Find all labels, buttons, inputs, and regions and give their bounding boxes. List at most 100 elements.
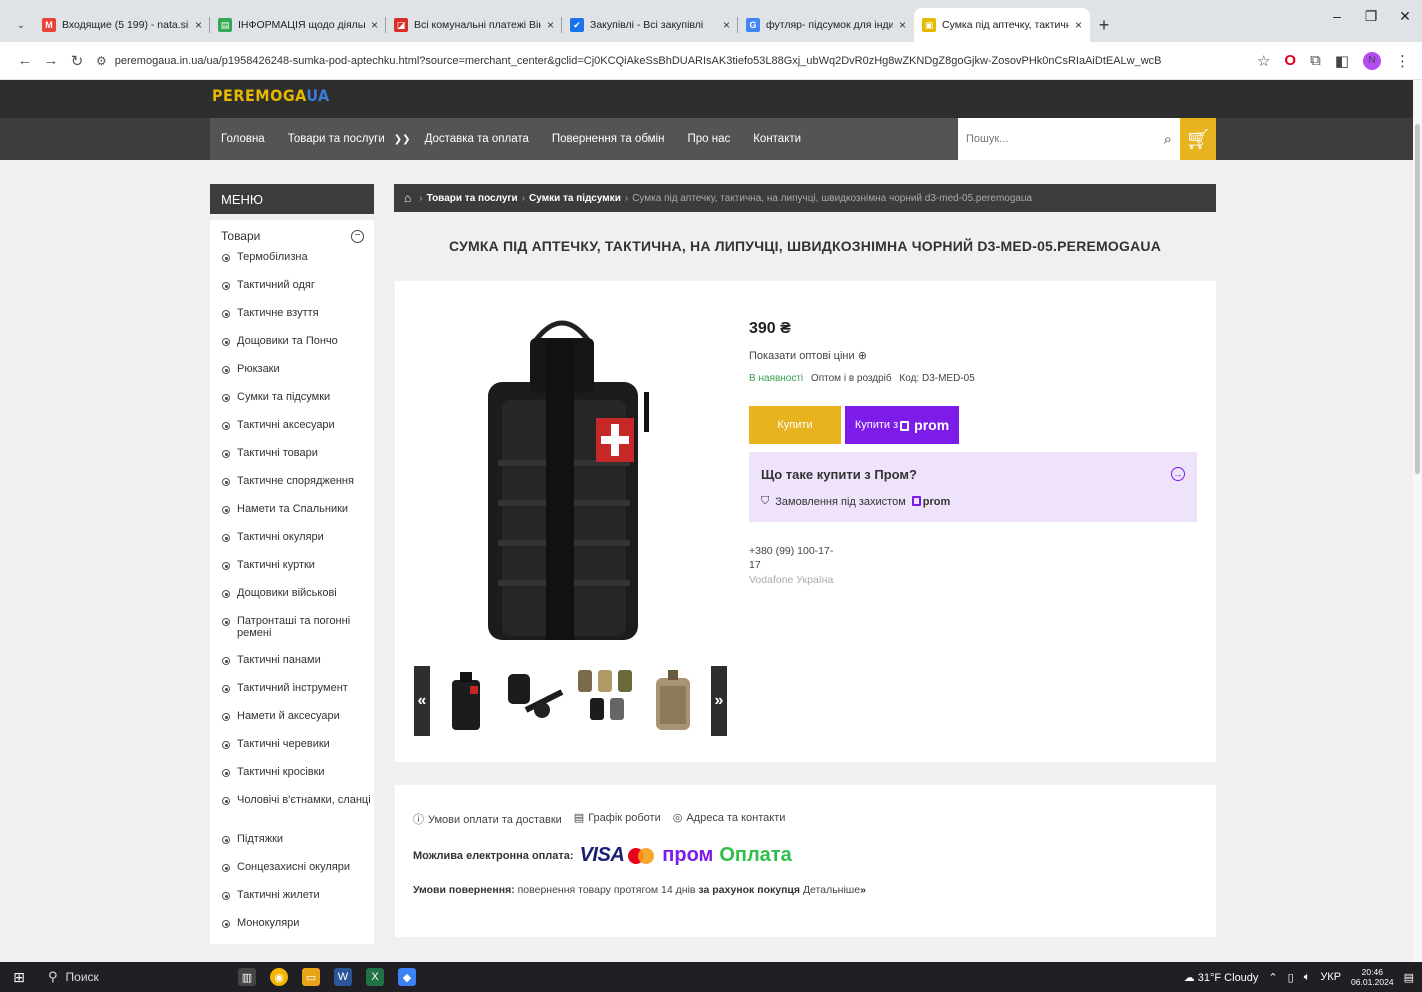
opera-icon[interactable]: O xyxy=(1284,52,1296,69)
sidebar-item[interactable]: Тактичні черевики xyxy=(222,735,374,763)
minimize-icon[interactable]: – xyxy=(1320,8,1354,25)
breadcrumb-link[interactable]: Товари та послуги xyxy=(427,193,518,204)
url-field[interactable]: ⚙ peremogaua.in.ua/ua/p1958426248-sumka-… xyxy=(96,54,1247,68)
tray-chevron-icon[interactable]: ⌃ xyxy=(1268,971,1277,984)
prev-arrow-icon[interactable]: « xyxy=(414,666,430,736)
nav-returns[interactable]: Повернення та обмін xyxy=(552,133,665,145)
page-scrollbar[interactable] xyxy=(1413,80,1422,962)
taskbar-search[interactable]: ⚲ Поиск xyxy=(38,962,198,992)
windows-start-icon[interactable]: ⊞ xyxy=(0,969,38,986)
nav-delivery[interactable]: Доставка та оплата xyxy=(425,133,529,145)
file-explorer-icon[interactable]: ▭ xyxy=(302,968,320,986)
scrollbar-thumb[interactable] xyxy=(1415,124,1420,474)
app-icon[interactable]: ◆ xyxy=(398,968,416,986)
breadcrumb-link[interactable]: Сумки та підсумки xyxy=(529,193,621,204)
home-icon[interactable]: ⌂ xyxy=(404,191,411,205)
close-icon[interactable]: × xyxy=(547,18,554,32)
sidebar-item[interactable]: Тактичні жилети xyxy=(222,886,374,914)
nav-home[interactable]: Головна xyxy=(221,133,265,145)
restore-icon[interactable]: ❐ xyxy=(1354,8,1388,25)
chevron-down-icon[interactable]: ❯❯ xyxy=(394,134,411,145)
forward-icon[interactable]: → xyxy=(38,52,64,69)
nav-contacts[interactable]: Контакти xyxy=(753,133,801,145)
sidebar-item[interactable]: Тактичне взуття xyxy=(222,304,374,332)
weather-widget[interactable]: ☁ 31°F Cloudy xyxy=(1184,971,1259,984)
sidebar-item[interactable]: Тактичні окуляри xyxy=(222,528,374,556)
browser-tab[interactable]: ▤ ІНФОРМАЦІЯ щодо діяльності × xyxy=(210,8,386,42)
thumbnail[interactable] xyxy=(506,670,566,732)
sidebar-icon[interactable]: ◧ xyxy=(1335,52,1349,70)
browser-tab[interactable]: M Входящие (5 199) - nata.silica@ × xyxy=(34,8,210,42)
excel-icon[interactable]: X xyxy=(366,968,384,986)
close-icon[interactable]: × xyxy=(899,18,906,32)
nav-products[interactable]: Товари та послуги xyxy=(288,133,385,145)
search-input[interactable] xyxy=(966,133,1164,145)
notifications-icon[interactable]: ▤ xyxy=(1404,971,1414,984)
wholesale-prices-link[interactable]: Показати оптові ціни ⊕ xyxy=(749,349,867,362)
back-icon[interactable]: ← xyxy=(12,52,38,69)
sidebar-item[interactable]: Тактичне спорядження xyxy=(222,472,374,500)
close-icon[interactable]: × xyxy=(371,18,378,32)
bookmark-star-icon[interactable]: ☆ xyxy=(1257,52,1270,70)
sidebar-item[interactable]: Тактичні куртки xyxy=(222,556,374,584)
next-arrow-icon[interactable]: » xyxy=(711,666,727,736)
sidebar-item[interactable]: Тактичні аксесуари xyxy=(222,416,374,444)
buy-button[interactable]: Купити xyxy=(749,406,841,444)
sidebar-category[interactable]: Товари − xyxy=(210,224,374,248)
thumbnail[interactable] xyxy=(574,666,638,726)
sidebar-item[interactable]: Тактичний інструмент xyxy=(222,679,374,707)
search-icon[interactable]: ⌕ xyxy=(1164,131,1172,148)
tab-search-dropdown[interactable]: ⌄ xyxy=(8,8,34,42)
new-tab-button[interactable]: + xyxy=(1090,8,1118,42)
site-settings-icon[interactable]: ⚙ xyxy=(96,54,107,68)
site-logo[interactable]: PEREMOGAUA xyxy=(212,86,330,105)
sidebar-item[interactable]: Тактичні товари xyxy=(222,444,374,472)
browser-tab-active[interactable]: ▣ Сумка під аптечку, тактична, н × xyxy=(914,8,1090,42)
browser-tab[interactable]: ◪ Всі комунальні платежі Вінниц × xyxy=(386,8,562,42)
schedule-link[interactable]: ▤ Графік роботи xyxy=(574,811,661,827)
sidebar-item[interactable]: Чоловічі в'єтнамки, сланці xyxy=(222,791,374,830)
language-indicator[interactable]: УКР xyxy=(1320,971,1341,983)
close-icon[interactable]: × xyxy=(1075,18,1082,32)
reload-icon[interactable]: ↻ xyxy=(64,52,90,70)
cart-button[interactable]: 🛒︎ xyxy=(1180,118,1216,160)
thumbnail[interactable] xyxy=(650,668,698,734)
sidebar-item[interactable]: Монокуляри xyxy=(222,914,374,942)
sidebar-item[interactable]: Дощовики та Пончо xyxy=(222,332,374,360)
sidebar-item[interactable]: Тактичний одяг xyxy=(222,276,374,304)
sidebar-item[interactable]: Дощовики військові xyxy=(222,584,374,612)
collapse-icon[interactable]: − xyxy=(351,229,364,243)
network-icon[interactable]: ▯ xyxy=(1288,971,1294,984)
sidebar-item[interactable]: Намети та Спальники xyxy=(222,500,374,528)
menu-dots-icon[interactable]: ⋮ xyxy=(1395,52,1410,70)
return-more-link[interactable]: Детальніше» xyxy=(803,884,866,896)
sidebar-item[interactable]: Намети й аксесуари xyxy=(222,707,374,735)
task-view-icon[interactable]: ▥ xyxy=(238,968,256,986)
close-icon[interactable]: × xyxy=(723,18,730,32)
volume-icon[interactable]: 🔈︎ xyxy=(1304,971,1311,984)
extensions-icon[interactable]: ⧉ xyxy=(1310,52,1321,69)
sidebar-item[interactable]: Рюкзаки xyxy=(222,360,374,388)
seller-phone[interactable]: +380 (99) 100-17-17 xyxy=(749,545,845,572)
product-image[interactable] xyxy=(474,310,649,640)
thumbnail[interactable] xyxy=(446,670,486,732)
sidebar-item[interactable]: Термобілизна xyxy=(222,248,374,276)
payment-delivery-link[interactable]: ⓘ Умови оплати та доставки xyxy=(413,811,562,827)
sidebar-item[interactable]: Підтяжки xyxy=(222,830,374,858)
close-window-icon[interactable]: ✕ xyxy=(1388,8,1422,25)
buy-with-prom-button[interactable]: Купити з prom xyxy=(845,406,959,444)
chrome-icon[interactable]: ◉ xyxy=(270,968,288,986)
sidebar-item[interactable]: Тактичні кросівки xyxy=(222,763,374,791)
browser-tab[interactable]: ✔ Закупівлі - Всі закупівлі × xyxy=(562,8,738,42)
word-icon[interactable]: W xyxy=(334,968,352,986)
browser-tab[interactable]: G футляр- підсумок для індивіду × xyxy=(738,8,914,42)
nav-about[interactable]: Про нас xyxy=(687,133,730,145)
profile-avatar-icon[interactable]: N xyxy=(1363,51,1381,70)
close-icon[interactable]: × xyxy=(195,18,202,32)
sidebar-item[interactable]: Патронташі та погонні ремені xyxy=(222,612,374,651)
address-link[interactable]: ◎ Адреса та контакти xyxy=(673,811,786,827)
arrow-right-icon[interactable]: → xyxy=(1171,467,1185,481)
sidebar-item[interactable]: Сонцезахисні окуляри xyxy=(222,858,374,886)
sidebar-item[interactable]: Тактичні панами xyxy=(222,651,374,679)
sidebar-item[interactable]: Сумки та підсумки xyxy=(222,388,374,416)
